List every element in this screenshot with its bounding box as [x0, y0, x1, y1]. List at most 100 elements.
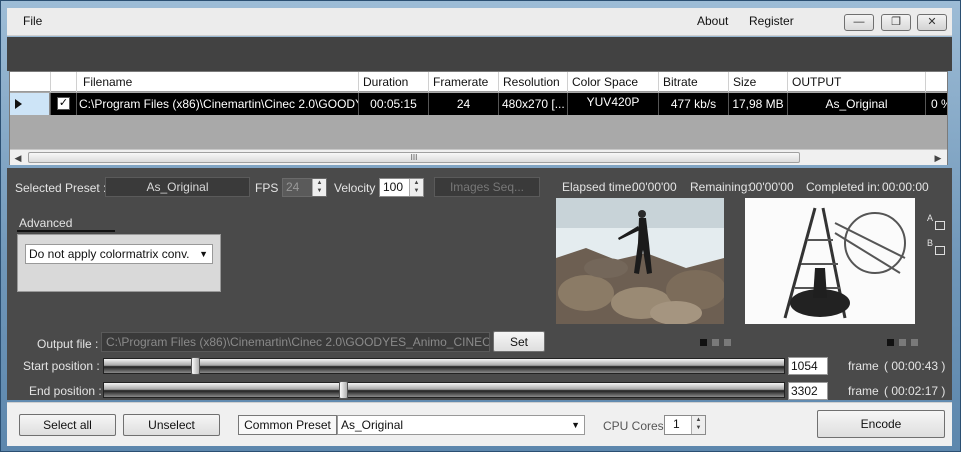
colormatrix-select[interactable]: Do not apply colormatrix conv. ▼ — [25, 244, 213, 264]
source-preview — [556, 198, 724, 324]
set-output-button[interactable]: Set — [493, 331, 545, 352]
cell-output: As_Original — [787, 93, 925, 115]
minimize-button[interactable]: — — [844, 14, 874, 31]
select-all-button[interactable]: Select all — [19, 414, 116, 436]
close-button[interactable]: ✕ — [917, 14, 947, 31]
header-bitrate[interactable]: Bitrate — [658, 72, 728, 92]
selected-preset-value: As_Original — [105, 177, 250, 197]
header-framerate[interactable]: Framerate — [428, 72, 498, 92]
header-filename[interactable]: Filename — [76, 72, 358, 92]
elapsed-label: Elapsed time: — [562, 180, 635, 194]
file-grid: Filename Duration Framerate Resolution C… — [9, 71, 948, 165]
output-file-label: Output file : — [37, 337, 99, 351]
fps-value: 24 — [286, 180, 300, 194]
source-preview-dots[interactable] — [700, 335, 736, 349]
velocity-label: Velocity — [334, 181, 376, 195]
menu-bar: File About Register — ❐ ✕ — [7, 8, 952, 36]
start-time: ( 00:00:43 ) — [884, 359, 946, 373]
close-icon: ✕ — [927, 16, 937, 28]
app-window: File About Register — ❐ ✕ Filename Durat… — [0, 0, 961, 452]
minimize-icon: — — [853, 16, 865, 28]
compare-a-label: A — [927, 213, 934, 223]
unselect-button[interactable]: Unselect — [123, 414, 220, 436]
start-slider-thumb[interactable] — [191, 357, 200, 375]
colormatrix-value: Do not apply colormatrix conv. — [29, 247, 190, 261]
remaining-label: Remaining: — [690, 180, 751, 194]
tab-advanced-label: Advanced — [19, 216, 73, 230]
start-frame-word: frame — [848, 359, 879, 373]
start-position-label: Start position : — [23, 359, 100, 373]
scroll-left-icon[interactable]: ◀ — [11, 151, 25, 165]
cpu-cores-label: CPU Cores — [603, 419, 664, 433]
scroll-right-icon[interactable]: ▶ — [931, 151, 945, 165]
start-frame-input[interactable]: 1054 — [788, 357, 828, 375]
end-slider-thumb[interactable] — [339, 381, 348, 399]
tab-advanced[interactable]: Advanced — [17, 216, 115, 232]
cell-size: 17,98 MB — [728, 93, 787, 115]
cpu-cores-stepper[interactable]: 1 ▲ ▼ — [664, 415, 706, 435]
end-frame-input[interactable]: 3302 — [788, 382, 828, 400]
header-output[interactable]: OUTPUT — [787, 72, 925, 92]
images-seq-button[interactable]: Images Seq... — [434, 177, 540, 197]
end-position-slider[interactable] — [103, 381, 785, 399]
common-preset-select[interactable]: As_Original ▼ — [337, 415, 585, 435]
horizontal-scrollbar[interactable]: ◀ III ▶ — [10, 149, 947, 165]
compare-b-label: B — [927, 238, 934, 248]
compare-b-button[interactable]: B — [927, 238, 947, 258]
bottom-bar: Select all Unselect Common Preset As_Ori… — [7, 402, 952, 446]
menu-file[interactable]: File — [23, 14, 42, 28]
output-file-field[interactable]: C:\Program Files (x86)\Cinemartin\Cinec … — [101, 332, 490, 352]
window-b-icon — [935, 246, 945, 255]
restore-button[interactable]: ❐ — [881, 14, 911, 31]
end-time: ( 00:02:17 ) — [884, 384, 946, 398]
cpu-cores-value: 1 — [673, 417, 680, 431]
restore-icon: ❐ — [891, 16, 901, 28]
header-resolution[interactable]: Resolution — [498, 72, 567, 92]
cell-duration: 00:05:15 — [358, 93, 428, 115]
encode-button[interactable]: Encode — [817, 410, 945, 438]
cell-bitrate: 477 kb/s — [658, 93, 728, 115]
chevron-down-icon: ▼ — [199, 249, 208, 259]
completed-label: Completed in: — [806, 180, 881, 194]
row-pointer-icon — [15, 99, 22, 109]
grid-header: Filename Duration Framerate Resolution C… — [10, 72, 947, 92]
header-duration[interactable]: Duration — [358, 72, 428, 92]
menu-about[interactable]: About — [697, 14, 728, 28]
header-size[interactable]: Size — [728, 72, 787, 92]
fps-stepper[interactable]: 24 ▲ ▼ — [282, 178, 327, 197]
fps-spin-icon[interactable]: ▲ ▼ — [312, 179, 326, 196]
cell-colorspace: YUV420P — [567, 93, 658, 115]
row-checkbox[interactable]: ✓ — [57, 97, 70, 110]
common-preset-value: As_Original — [341, 418, 404, 432]
settings-panel: Selected Preset : As_Original FPS 24 ▲ ▼ … — [7, 168, 952, 400]
elapsed-value: 00'00'00 — [632, 180, 677, 194]
menu-register[interactable]: Register — [749, 14, 794, 28]
cell-extra: 0 % — [925, 93, 947, 115]
window-content: File About Register — ❐ ✕ Filename Durat… — [7, 8, 952, 448]
header-colorspace[interactable]: Color Space — [567, 72, 658, 92]
end-position-label: End position : — [29, 384, 102, 398]
scroll-thumb[interactable]: III — [28, 152, 800, 163]
table-row[interactable]: ✓ C:\Program Files (x86)\Cinemartin\Cine… — [10, 93, 947, 115]
row-check-cell: ✓ — [50, 93, 76, 115]
velocity-stepper[interactable]: 100 ▲ ▼ — [379, 178, 424, 197]
advanced-box: Do not apply colormatrix conv. ▼ — [17, 234, 221, 292]
remaining-value: 00'00'00 — [749, 180, 794, 194]
source-frame-image — [556, 198, 724, 324]
compare-a-button[interactable]: A — [927, 213, 947, 233]
toolbar-strip — [7, 37, 952, 71]
output-preview-dots[interactable] — [887, 335, 923, 349]
chevron-down-icon: ▼ — [571, 420, 580, 430]
selected-preset-label: Selected Preset : — [15, 181, 107, 195]
common-preset-label: Common Preset — [238, 415, 337, 435]
cpu-spin-icon[interactable]: ▲ ▼ — [691, 416, 705, 434]
cell-framerate: 24 — [428, 93, 498, 115]
row-selector[interactable] — [10, 93, 50, 115]
output-preview — [745, 198, 915, 324]
cell-resolution: 480x270 [... — [498, 93, 567, 115]
velocity-value: 100 — [383, 180, 404, 194]
window-a-icon — [935, 221, 945, 230]
start-position-slider[interactable] — [103, 357, 785, 375]
velocity-spin-icon[interactable]: ▲ ▼ — [409, 179, 423, 196]
scroll-grip: III — [410, 153, 418, 162]
